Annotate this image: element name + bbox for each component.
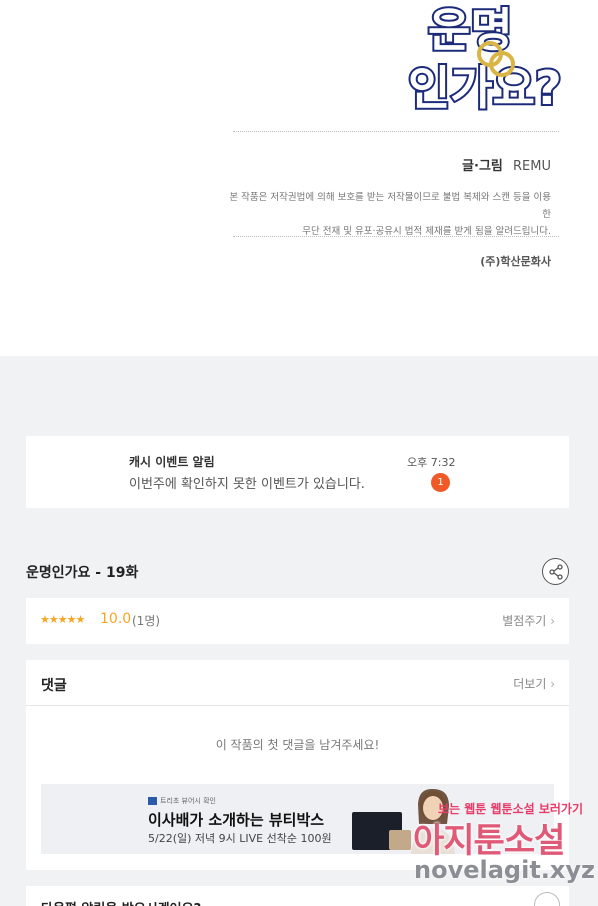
empty-comments-message: 이 작품의 첫 댓글을 남겨주세요! <box>215 738 380 752</box>
watermark-logo: 보는 웹툰 웹툰소설 보러가기 아지툰소설 novelagit.xyz <box>408 796 595 888</box>
notice-line: 본 작품은 저작권법에 의해 보호를 받는 저작물이므로 불법 복제와 스캔 등… <box>229 192 551 220</box>
webtoon-ending-panel: 운명 인가요? 글·그림 REMU 본 작품은 저작권법에 의해 보호를 받는 … <box>0 0 598 356</box>
divider <box>26 705 569 706</box>
watermark-url: novelagit.xyz <box>414 856 596 884</box>
ad-brand: 트리초 뷰어시 확인 <box>148 796 216 806</box>
more-label: 더보기 <box>513 677 547 691</box>
comments-heading: 댓글 <box>41 678 67 694</box>
rate-button[interactable]: 별점주기 › <box>502 612 555 629</box>
event-time: 오후 7:32 <box>407 456 456 469</box>
rating-score: 10.0 <box>100 611 132 627</box>
rate-label: 별점주기 <box>502 614 547 628</box>
share-icon <box>549 564 563 580</box>
logo-line2: 인가요? <box>408 61 562 115</box>
unread-badge: 1 <box>431 473 450 492</box>
ad-subtitle: 5/22(일) 저녁 9시 LIVE 선착순 100원 <box>148 832 332 845</box>
comments-more-button[interactable]: 더보기 › <box>513 675 555 692</box>
copyright-notice: 본 작품은 저작권법에 의해 보호를 받는 저작물이므로 불법 복제와 스캔 등… <box>221 189 551 240</box>
episode-title: 운명인가요 - 19화 <box>26 565 139 581</box>
event-message: 이번주에 확인하지 못한 이벤트가 있습니다. <box>129 477 365 492</box>
star-rating-icon: ★★★★★ <box>40 613 85 626</box>
chevron-right-icon: › <box>550 677 555 691</box>
notice-line: 무단 전재 및 유포·공유시 법적 제재를 받게 됨을 알려드립니다. <box>302 226 551 237</box>
ad-title: 이사배가 소개하는 뷰티박스 <box>148 811 325 829</box>
bell-icon[interactable] <box>534 892 560 906</box>
title-logo: 운명 인가요? <box>406 1 564 117</box>
event-title: 캐시 이벤트 알림 <box>129 455 215 469</box>
chevron-right-icon: › <box>550 614 555 628</box>
alert-question: 다음편 알림을 받으시겠어요? <box>41 898 201 906</box>
author-name: REMU <box>513 159 551 174</box>
author-credit: 글·그림 REMU <box>462 155 551 174</box>
brand-icon <box>148 797 157 805</box>
ad-brand-label: 트리초 뷰어시 확인 <box>160 797 216 805</box>
rating-count: (1명) <box>132 614 161 628</box>
next-episode-alert[interactable]: 다음편 알림을 받으시겠어요? <box>26 886 569 906</box>
publisher-name: (주)학산문화사 <box>480 255 551 268</box>
watermark-name: 아지툰소설 <box>413 821 565 861</box>
divider <box>233 131 559 132</box>
rating-bar: ★★★★★ 10.0 (1명) 별점주기 › <box>26 598 569 644</box>
share-button[interactable] <box>542 558 569 585</box>
event-notification[interactable]: 캐시 이벤트 알림 이번주에 확인하지 못한 이벤트가 있습니다. 오후 7:3… <box>26 436 569 508</box>
author-role: 글·그림 <box>462 159 503 174</box>
divider <box>233 236 559 237</box>
